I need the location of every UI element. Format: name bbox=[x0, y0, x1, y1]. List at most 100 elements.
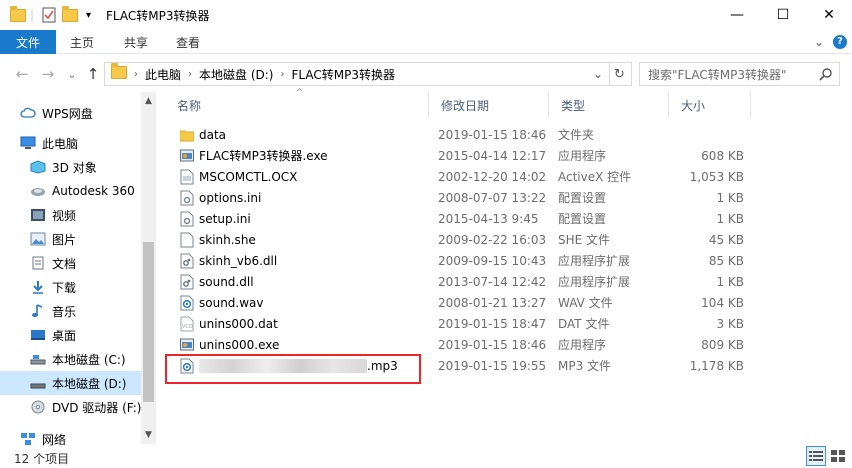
file-row[interactable]: VCD unins000.dat 2019-01-15 18:47 DAT 文件 3 K… bbox=[168, 313, 748, 334]
scroll-up-icon[interactable]: ▲ bbox=[141, 94, 156, 108]
scroll-thumb[interactable] bbox=[143, 242, 154, 402]
file-type: 文件夹 bbox=[558, 128, 595, 142]
forward-button[interactable]: → bbox=[38, 64, 58, 84]
blank-file-icon bbox=[180, 232, 199, 248]
nav-label: 音乐 bbox=[52, 304, 77, 319]
file-name-cell: setup.ini bbox=[180, 208, 251, 229]
file-row[interactable]: unins000.exe 2019-01-15 18:46 应用程序 809 KB bbox=[168, 334, 748, 355]
file-size: 85 KB bbox=[708, 253, 744, 268]
file-type: 配置设置 bbox=[558, 191, 607, 205]
nav-item-wps-cloud[interactable]: WPS网盘 bbox=[20, 101, 160, 125]
refresh-button[interactable]: ↻ bbox=[608, 62, 632, 86]
file-name: skinh_vb6.dll bbox=[199, 253, 278, 268]
file-row[interactable]: data 2019-01-15 18:46 文件夹 bbox=[168, 124, 748, 145]
file-size: 1 KB bbox=[716, 211, 744, 226]
close-button[interactable]: ✕ bbox=[806, 0, 852, 30]
file-name-cell: VCD unins000.dat bbox=[180, 313, 278, 334]
breadcrumb-separator[interactable]: › bbox=[185, 69, 195, 80]
up-button[interactable]: ↑ bbox=[83, 64, 103, 84]
file-type: 应用程序扩展 bbox=[558, 254, 631, 268]
column-header-type[interactable]: 类型 bbox=[549, 92, 669, 118]
file-type: DAT 文件 bbox=[558, 317, 610, 331]
properties-icon[interactable] bbox=[42, 7, 56, 23]
folder-icon bbox=[180, 127, 199, 143]
file-name: unins000.exe bbox=[199, 337, 280, 352]
dat-file-icon: VCD bbox=[180, 316, 199, 332]
tab-view[interactable]: 查看 bbox=[166, 30, 210, 54]
file-row[interactable]: skinh.she 2009-02-22 16:03 SHE 文件 45 KB bbox=[168, 229, 748, 250]
search-icon[interactable] bbox=[819, 67, 833, 81]
file-size: 104 KB bbox=[701, 295, 744, 310]
file-row[interactable]: FLAC转MP3转换器.exe 2015-04-14 12:17 应用程序 608 K… bbox=[168, 145, 748, 166]
file-name-cell: data bbox=[180, 124, 226, 145]
large-icons-view-icon bbox=[831, 450, 845, 462]
breadcrumb-this-pc[interactable]: 此电脑 bbox=[141, 66, 185, 83]
minimize-button[interactable]: — bbox=[714, 0, 760, 30]
file-type: 应用程序 bbox=[558, 149, 607, 163]
dll-icon bbox=[180, 253, 199, 269]
nav-item-this-pc[interactable]: 此电脑 bbox=[20, 131, 160, 155]
breadcrumb-drive-d[interactable]: 本地磁盘 (D:) bbox=[195, 66, 277, 83]
column-header-size[interactable]: 大小 bbox=[669, 92, 751, 118]
file-row[interactable]: MSCOMCTL.OCX 2002-12-20 14:02 ActiveX 控件 1,… bbox=[168, 166, 748, 187]
pictures-icon bbox=[30, 232, 46, 246]
file-row[interactable]: sound.dll 2013-07-14 12:42 应用程序扩展 1 KB bbox=[168, 271, 748, 292]
music-icon bbox=[32, 304, 43, 317]
nav-label: 3D 对象 bbox=[52, 160, 97, 175]
file-name-cell: MSCOMCTL.OCX bbox=[180, 166, 297, 187]
back-button[interactable]: ← bbox=[12, 64, 32, 84]
qa-dropdown-icon[interactable]: ▾ bbox=[86, 7, 91, 23]
file-row[interactable]: setup.ini 2015-04-13 9:45 配置设置 1 KB bbox=[168, 208, 748, 229]
details-view-icon bbox=[809, 451, 823, 461]
breadcrumb-separator[interactable]: › bbox=[277, 69, 287, 80]
file-row[interactable]: sound.wav 2008-01-21 13:27 WAV 文件 104 KB bbox=[168, 292, 748, 313]
drive-icon bbox=[30, 355, 46, 365]
file-type: MP3 文件 bbox=[558, 359, 612, 373]
file-date: 2019-01-15 18:46 bbox=[438, 337, 547, 352]
file-date: 2015-04-14 12:17 bbox=[438, 148, 547, 163]
file-name: sound.wav bbox=[199, 295, 264, 310]
file-row[interactable]: skinh_vb6.dll 2009-09-15 10:43 应用程序扩展 85 KB bbox=[168, 250, 748, 271]
nav-label: 图片 bbox=[52, 232, 77, 247]
quick-access-folder-icon[interactable] bbox=[10, 5, 26, 23]
file-name-cell: FLAC转MP3转换器.exe bbox=[180, 145, 328, 166]
breadcrumb-current-folder[interactable]: FLAC转MP3转换器 bbox=[287, 66, 398, 83]
file-type: 应用程序 bbox=[558, 338, 607, 352]
nav-label: Autodesk 360 bbox=[52, 184, 135, 198]
file-type: 配置设置 bbox=[558, 212, 607, 226]
file-date: 2009-09-15 10:43 bbox=[438, 253, 547, 268]
tab-file[interactable]: 文件 bbox=[0, 30, 56, 54]
maximize-button[interactable]: ☐ bbox=[760, 0, 806, 30]
cube-icon bbox=[30, 160, 46, 174]
download-icon bbox=[33, 281, 43, 294]
file-name: unins000.dat bbox=[199, 316, 278, 331]
search-placeholder: 搜索"FLAC转MP3转换器" bbox=[648, 67, 787, 82]
svg-text:VCD: VCD bbox=[182, 324, 193, 330]
breadcrumb-separator[interactable]: › bbox=[131, 69, 141, 80]
ribbon-expand-icon[interactable]: ⌄ bbox=[810, 30, 828, 54]
search-input[interactable]: 搜索"FLAC转MP3转换器" bbox=[639, 62, 840, 86]
address-bar[interactable]: › 此电脑 › 本地磁盘 (D:) › FLAC转MP3转换器 ⌄ bbox=[104, 62, 610, 86]
nav-item-drive-d[interactable]: 本地磁盘 (D:) bbox=[0, 371, 141, 395]
nav-label: WPS网盘 bbox=[42, 106, 93, 121]
column-header-date[interactable]: 修改日期 bbox=[429, 92, 549, 118]
large-icons-view-button[interactable] bbox=[828, 446, 848, 466]
tab-share[interactable]: 共享 bbox=[114, 30, 158, 54]
scroll-down-icon[interactable]: ▼ bbox=[141, 428, 156, 442]
file-icon bbox=[180, 169, 199, 185]
app-icon bbox=[180, 337, 199, 353]
help-icon[interactable]: ? bbox=[832, 30, 848, 54]
details-view-button[interactable] bbox=[806, 446, 826, 466]
nav-scrollbar[interactable]: ▲ ▼ bbox=[141, 92, 156, 444]
file-name-cell: skinh_vb6.dll bbox=[180, 250, 277, 271]
tab-home[interactable]: 主页 bbox=[60, 30, 104, 54]
highlight-box bbox=[165, 354, 421, 384]
file-row[interactable]: options.ini 2008-07-07 13:22 配置设置 1 KB bbox=[168, 187, 748, 208]
file-size: 45 KB bbox=[708, 232, 744, 247]
address-dropdown-icon[interactable]: ⌄ bbox=[593, 67, 603, 81]
file-name: skinh.she bbox=[199, 232, 256, 247]
file-date: 2009-02-22 16:03 bbox=[438, 232, 547, 247]
recent-locations-button[interactable]: ⌄ bbox=[62, 64, 82, 84]
new-folder-icon[interactable] bbox=[62, 5, 78, 23]
nav-label: 本地磁盘 (D:) bbox=[52, 376, 127, 391]
